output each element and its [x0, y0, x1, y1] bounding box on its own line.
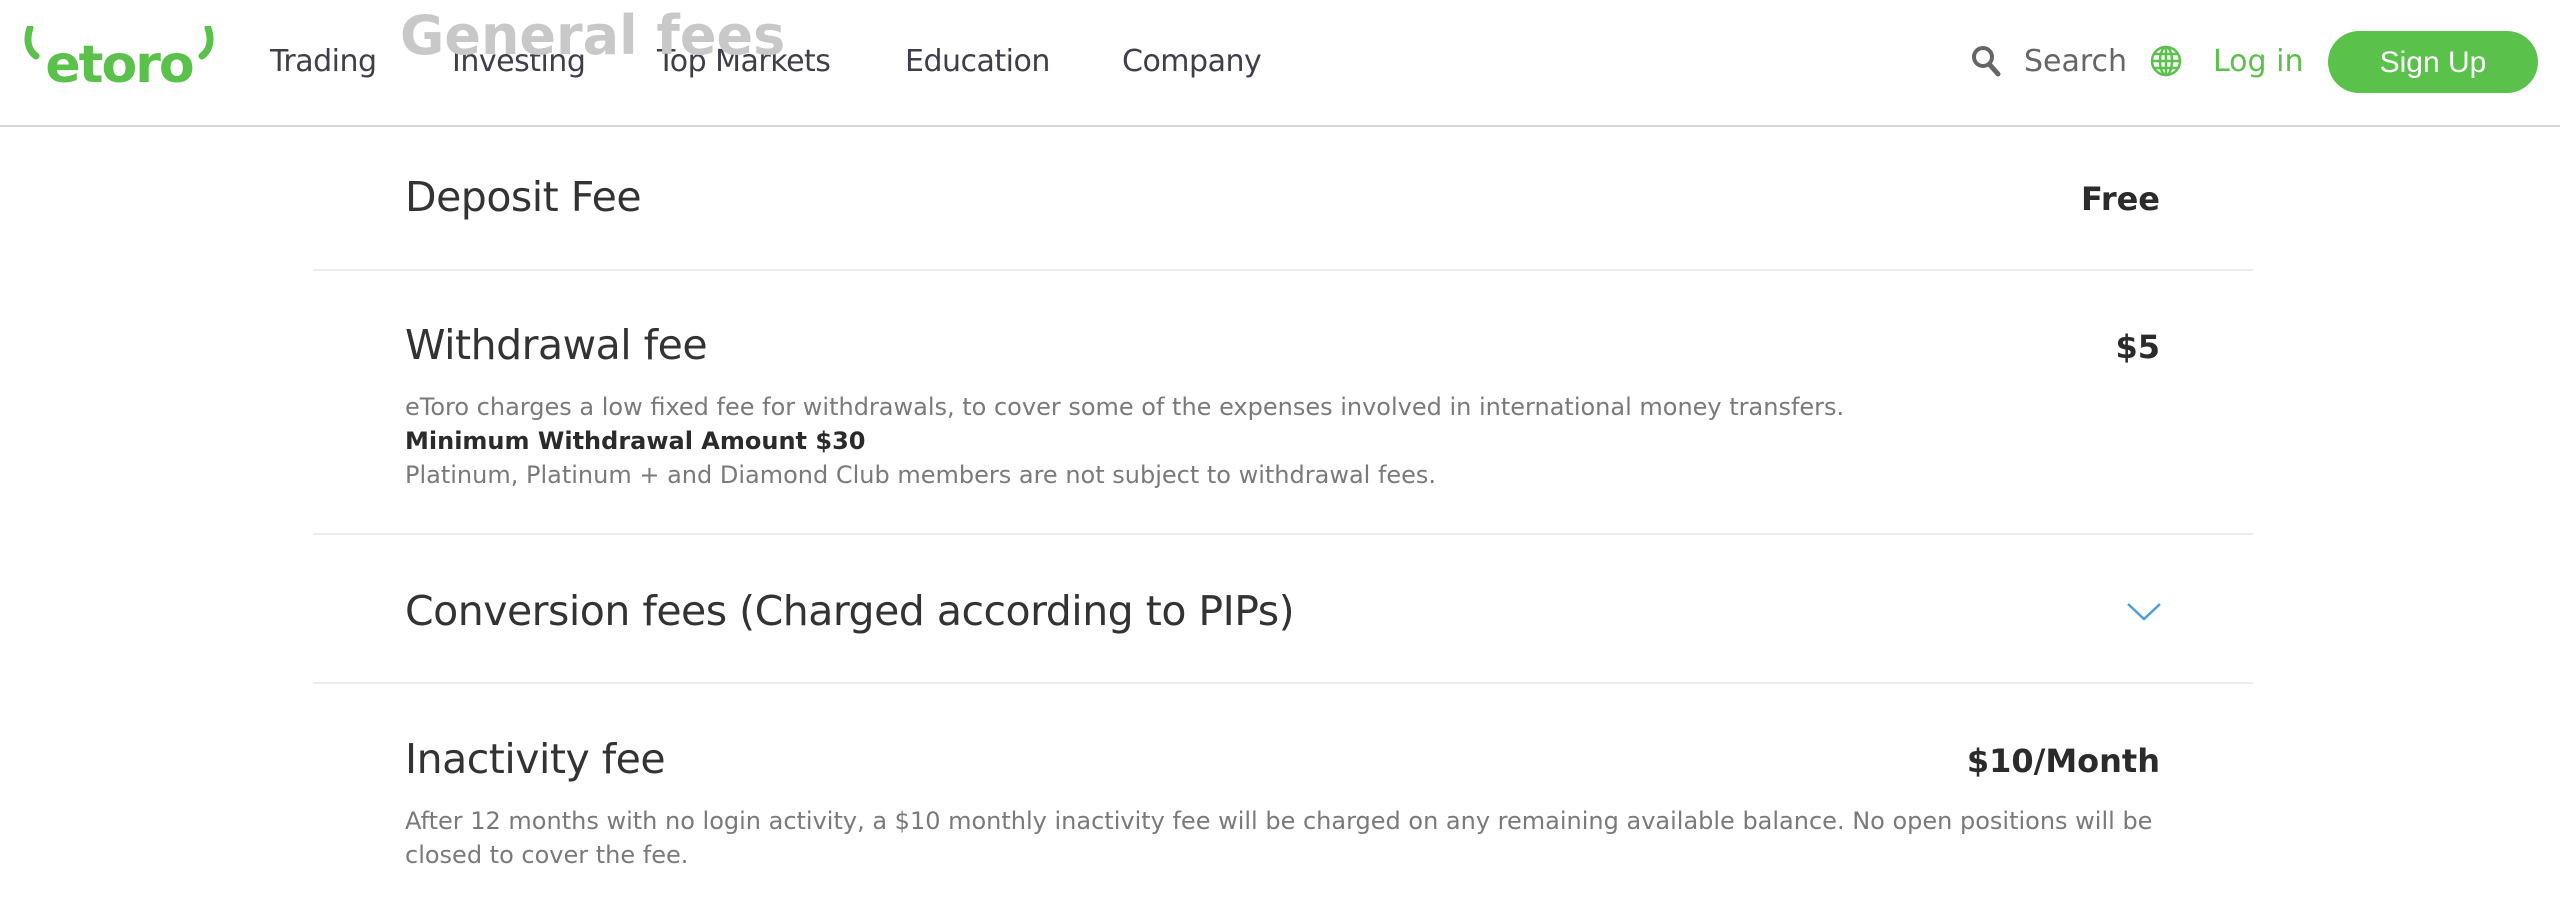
chevron-down-icon[interactable] — [2125, 600, 2163, 628]
nav-education[interactable]: Education — [905, 44, 1050, 79]
search-icon[interactable] — [1970, 44, 2002, 82]
description-line: eToro charges a low fixed fee for withdr… — [405, 393, 1845, 421]
fee-value: $10/Month — [1966, 742, 2160, 780]
fee-title: Withdrawal fee — [405, 321, 708, 369]
globe-icon[interactable] — [2149, 44, 2183, 82]
svg-text:etoro: etoro — [45, 35, 192, 88]
divider — [313, 533, 2253, 535]
fee-value: $5 — [2115, 328, 2160, 366]
divider — [313, 269, 2253, 271]
site-header: etoro Trading Investing Top Markets Educ… — [0, 0, 2560, 127]
login-link[interactable]: Log in — [2213, 44, 2303, 79]
search-button[interactable]: Search — [2024, 44, 2127, 79]
fee-title: Deposit Fee — [405, 173, 642, 221]
fee-title: Inactivity fee — [405, 735, 666, 783]
nav-company[interactable]: Company — [1122, 44, 1262, 79]
fee-description: eToro charges a low fixed fee for withdr… — [405, 390, 2165, 492]
etoro-logo[interactable]: etoro — [24, 24, 214, 95]
description-line: Platinum, Platinum + and Diamond Club me… — [405, 461, 1437, 489]
fee-description: After 12 months with no login activity, … — [405, 807, 2153, 869]
fee-value: Free — [2081, 180, 2160, 218]
minimum-withdrawal-note: Minimum Withdrawal Amount $30 — [405, 427, 866, 455]
nav-investing[interactable]: Investing — [452, 44, 586, 79]
signup-button[interactable]: Sign Up — [2328, 31, 2538, 93]
nav-top-markets[interactable]: Top Markets — [657, 44, 831, 79]
fee-title[interactable]: Conversion fees (Charged according to PI… — [405, 587, 1295, 635]
divider — [313, 682, 2253, 684]
nav-trading[interactable]: Trading — [270, 44, 377, 79]
